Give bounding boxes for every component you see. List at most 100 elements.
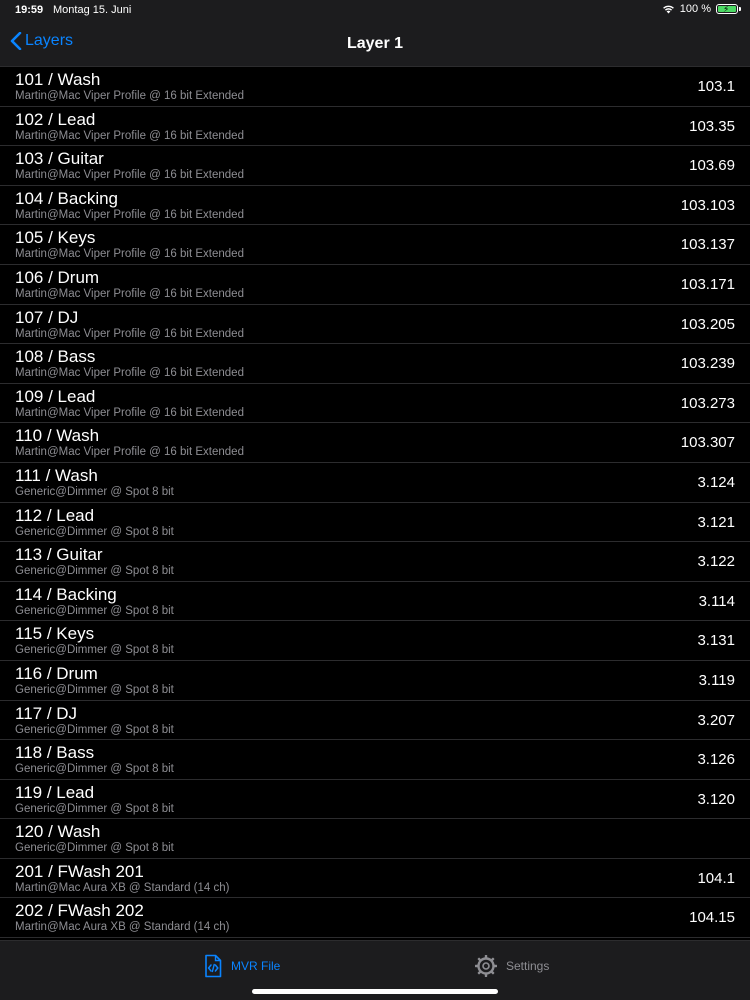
fixture-type: Martin@Mac Aura XB @ Standard (14 ch)	[15, 921, 230, 934]
fixture-address: 103.35	[689, 117, 735, 135]
gear-icon	[475, 955, 497, 977]
fixture-address: 3.124	[697, 473, 735, 491]
list-item[interactable]: 202 / FWash 202 Martin@Mac Aura XB @ Stan…	[0, 898, 750, 939]
fixture-title: 115 / Keys	[15, 624, 95, 644]
fixture-address: 103.69	[689, 157, 735, 175]
list-item[interactable]: 107 / DJ Martin@Mac Viper Profile @ 16 bi…	[0, 304, 750, 345]
fixture-address: 3.131	[697, 632, 735, 650]
list-item[interactable]: 119 / Lead Generic@Dimmer @ Spot 8 bit 3.1…	[0, 779, 750, 820]
list-item[interactable]: 109 / Lead Martin@Mac Viper Profile @ 16 …	[0, 383, 750, 424]
fixture-address: 103.137	[680, 236, 735, 254]
fixture-type: Generic@Dimmer @ Spot 8 bit	[15, 485, 174, 498]
status-right: 100 % ⚡	[662, 3, 741, 15]
fixture-type: Martin@Mac Viper Profile @ 16 bit Extend…	[15, 287, 244, 300]
battery-percentage: 100 %	[679, 3, 711, 15]
fixture-address: 103.273	[680, 394, 735, 412]
fixture-title: 109 / Lead	[15, 386, 96, 406]
status-bar: 19:59 Montag 15. Juni 100 % ⚡	[0, 0, 750, 22]
fixture-address: 3.114	[698, 592, 735, 610]
fixture-type: Martin@Mac Viper Profile @ 16 bit Extend…	[15, 90, 244, 102]
status-date: Montag 15. Juni	[53, 4, 132, 16]
fixture-address: 103.205	[680, 315, 735, 333]
fixture-type: Martin@Mac Viper Profile @ 16 bit Extend…	[15, 169, 244, 182]
list-item[interactable]: 120 / Wash Generic@Dimmer @ Spot 8 bit	[0, 819, 750, 859]
list-item[interactable]: 111 / Wash Generic@Dimmer @ Spot 8 bit 3.1…	[0, 462, 750, 503]
list-item[interactable]: 102 / Lead Martin@Mac Viper Profile @ 16 …	[0, 106, 750, 147]
fixture-type: Martin@Mac Viper Profile @ 16 bit Extend…	[15, 208, 244, 221]
fixture-type: Martin@Mac Viper Profile @ 16 bit Extend…	[15, 327, 244, 340]
list-item[interactable]: 103 / Guitar Martin@Mac Viper Profile @ 1…	[0, 146, 750, 186]
fixture-type: Generic@Dimmer @ Spot 8 bit	[15, 644, 174, 657]
navigation-bar: Layers Layer 1	[0, 22, 750, 67]
list-item[interactable]: 101 / Wash Martin@Mac Viper Profile @ 16 …	[0, 67, 750, 107]
fixture-title: 111 / Wash	[15, 465, 98, 485]
fixture-type: Martin@Mac Viper Profile @ 16 bit Extend…	[15, 129, 244, 142]
wifi-icon	[662, 4, 675, 14]
fixture-title: 112 / Lead	[15, 505, 95, 525]
fixture-type: Martin@Mac Viper Profile @ 16 bit Extend…	[15, 248, 244, 261]
list-item[interactable]: 116 / Drum Generic@Dimmer @ Spot 8 bit 3.1…	[0, 660, 750, 701]
fixture-address: 3.121	[697, 513, 735, 531]
fixture-title: 103 / Guitar	[15, 149, 104, 169]
fixture-title: 118 / Bass	[15, 743, 95, 763]
list-item[interactable]: 110 / Wash Martin@Mac Viper Profile @ 16 …	[0, 423, 750, 463]
fixture-type: Martin@Mac Viper Profile @ 16 bit Extend…	[15, 446, 244, 459]
battery-icon: ⚡	[716, 4, 741, 14]
tab-settings[interactable]: Settings	[474, 954, 549, 978]
list-item[interactable]: 113 / Guitar Generic@Dimmer @ Spot 8 bit 3…	[0, 542, 750, 582]
fixture-address: 3.122	[697, 553, 735, 571]
fixture-address: 103.307	[680, 434, 735, 452]
fixture-title: 119 / Lead	[15, 782, 95, 802]
fixture-address: 104.15	[689, 909, 735, 927]
list-item[interactable]: 117 / DJ Generic@Dimmer @ Spot 8 bit 3.207	[0, 700, 750, 741]
status-time: 19:59	[15, 4, 44, 16]
fixture-title: 116 / Drum	[15, 663, 98, 683]
list-item[interactable]: 114 / Backing Generic@Dimmer @ Spot 8 bit…	[0, 581, 750, 622]
fixture-address: 103.171	[680, 275, 735, 293]
fixture-type: Generic@Dimmer @ Spot 8 bit	[15, 842, 174, 855]
list-item[interactable]: 112 / Lead Generic@Dimmer @ Spot 8 bit 3.1…	[0, 502, 750, 543]
fixture-title: 202 / FWash 202	[15, 901, 144, 921]
fixture-type: Martin@Mac Viper Profile @ 16 bit Extend…	[15, 367, 244, 380]
fixture-title: 107 / DJ	[15, 307, 79, 327]
page-title: Layer 1	[346, 35, 404, 52]
home-indicator	[252, 989, 498, 994]
list-item[interactable]: 115 / Keys Generic@Dimmer @ Spot 8 bit 3.1…	[0, 621, 750, 661]
fixture-type: Generic@Dimmer @ Spot 8 bit	[15, 565, 174, 578]
fixture-title: 104 / Backing	[15, 188, 119, 208]
fixture-address: 104.1	[697, 869, 735, 887]
fixture-address: 103.239	[680, 355, 735, 373]
fixture-address: 103.1	[697, 78, 735, 95]
fixture-list[interactable]: 101 / Wash Martin@Mac Viper Profile @ 16 …	[0, 67, 750, 940]
fixture-title: 114 / Backing	[15, 584, 117, 604]
fixture-type: Martin@Mac Aura XB @ Standard (14 ch)	[15, 881, 230, 894]
fixture-title: 120 / Wash	[15, 822, 101, 842]
fixture-address: 3.207	[697, 711, 735, 729]
list-item[interactable]: 105 / Keys Martin@Mac Viper Profile @ 16 …	[0, 225, 750, 265]
tab-settings-label: Settings	[506, 959, 550, 973]
code-file-icon	[205, 954, 222, 978]
charging-bolt-icon: ⚡	[723, 4, 730, 14]
fixture-type: Generic@Dimmer @ Spot 8 bit	[15, 763, 174, 776]
fixture-title: 102 / Lead	[15, 109, 96, 129]
fixture-address: 3.119	[698, 671, 735, 689]
tab-mvr-file[interactable]: MVR File	[203, 954, 280, 978]
fixture-type: Generic@Dimmer @ Spot 8 bit	[15, 525, 174, 538]
fixture-title: 113 / Guitar	[15, 545, 103, 565]
fixture-title: 106 / Drum	[15, 267, 100, 287]
fixture-title: 108 / Bass	[15, 347, 96, 367]
fixture-type: Generic@Dimmer @ Spot 8 bit	[15, 802, 174, 815]
fixture-type: Generic@Dimmer @ Spot 8 bit	[15, 723, 174, 736]
fixture-type: Generic@Dimmer @ Spot 8 bit	[15, 604, 174, 617]
list-item[interactable]: 201 / FWash 201 Martin@Mac Aura XB @ Stan…	[0, 858, 750, 899]
list-item[interactable]: 118 / Bass Generic@Dimmer @ Spot 8 bit 3.1…	[0, 740, 750, 780]
fixture-type: Generic@Dimmer @ Spot 8 bit	[15, 683, 174, 696]
list-item[interactable]: 106 / Drum Martin@Mac Viper Profile @ 16 …	[0, 264, 750, 305]
fixture-address: 103.103	[680, 196, 735, 214]
list-item[interactable]: 108 / Bass Martin@Mac Viper Profile @ 16 …	[0, 344, 750, 384]
fixture-address: 3.120	[697, 790, 735, 808]
list-item[interactable]: 104 / Backing Martin@Mac Viper Profile @ …	[0, 185, 750, 226]
fixture-address: 3.126	[697, 751, 735, 769]
fixture-title: 105 / Keys	[15, 228, 96, 248]
fixture-title: 101 / Wash	[15, 70, 101, 89]
